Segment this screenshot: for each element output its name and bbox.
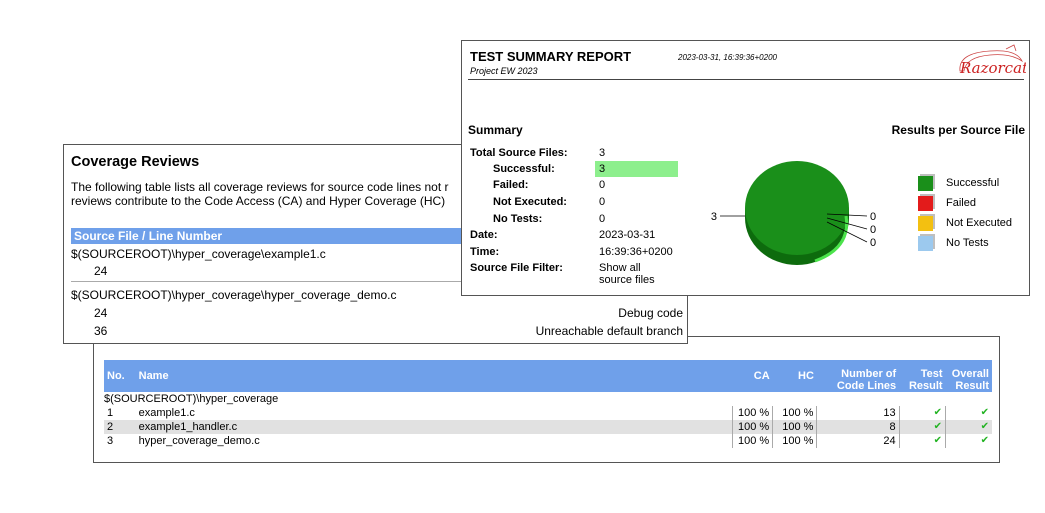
row-lines: 24 — [816, 434, 900, 448]
row-overall-check-icon: ✔ — [980, 435, 989, 446]
report-timestamp: 2023-03-31, 16:39:36+0200 — [678, 53, 777, 62]
legend-swatch-not-executed — [918, 216, 933, 231]
filter-value: Show all source files — [599, 262, 655, 286]
row-name: hyper_coverage_demo.c — [138, 435, 260, 447]
coverage-line-entry[interactable]: 36 Unreachable default branch — [94, 324, 683, 338]
not-executed-label: Not Executed: — [493, 196, 567, 208]
table-row[interactable]: 2 example1_handler.c 100 % 100 % 8 ✔ ✔ — [104, 420, 992, 434]
razorcat-logo: Razorcat — [959, 44, 1026, 77]
successful-highlight — [595, 161, 678, 177]
row-overall-check-icon: ✔ — [980, 407, 989, 418]
col-lines-header-1: Number of — [841, 368, 897, 380]
col-overall-header-1: Overall — [951, 368, 989, 380]
header-rule — [468, 79, 1024, 80]
date-label: Date: — [470, 229, 498, 241]
results-pie-chart: 3 000 — [711, 161, 876, 265]
col-no-header: No. — [104, 360, 136, 392]
row-test-check-icon: ✔ — [898, 420, 947, 434]
row-test-check-icon: ✔ — [898, 406, 947, 420]
legend-label-no-tests: No Tests — [946, 237, 989, 249]
failed-label: Failed: — [493, 179, 529, 191]
test-summary-panel: TEST SUMMARY REPORT 2023-03-31, 16:39:36… — [461, 40, 1030, 296]
table-row[interactable]: 1 example1.c 100 % 100 % 13 ✔ ✔ — [104, 406, 992, 420]
legend-swatch-no-tests — [918, 236, 933, 251]
legend-swatch-failed — [918, 196, 933, 211]
row-no: 3 — [107, 435, 114, 447]
row-lines: 13 — [816, 406, 900, 420]
no-tests-value: 0 — [599, 213, 606, 225]
row-name: example1.c — [138, 407, 195, 419]
row-name: example1_handler.c — [135, 420, 733, 434]
value-label-successful: 3 — [711, 211, 717, 223]
row-hc: 100 % — [772, 420, 818, 434]
file-results-table: No. Name CA HC Number of Code Lines Test R… — [104, 360, 992, 448]
coverage-line-entry[interactable]: 24 Debug code — [94, 306, 683, 320]
value-label-no-tests: 0 — [870, 237, 876, 249]
date-value: 2023-03-31 — [599, 229, 656, 241]
time-label: Time: — [470, 246, 500, 258]
coverage-reviews-title: Coverage Reviews — [71, 154, 200, 170]
results-heading: Results per Source File — [891, 123, 1025, 137]
successful-value: 3 — [599, 163, 606, 175]
legend-label-failed: Failed — [946, 197, 976, 209]
row-no: 2 — [104, 420, 136, 434]
filter-label: Source File Filter: — [470, 262, 563, 274]
row-lines: 8 — [816, 420, 900, 434]
value-label-failed: 0 — [870, 211, 876, 223]
logo-text: Razorcat — [959, 59, 1026, 77]
no-tests-label: No Tests: — [493, 213, 543, 225]
legend-label-successful: Successful — [946, 177, 1000, 189]
coverage-file-path[interactable]: $(SOURCEROOT)\hyper_coverage\hyper_cover… — [71, 288, 396, 302]
failed-value: 0 — [599, 179, 606, 191]
col-test-header: Test Result — [899, 360, 946, 392]
row-test-check-icon: ✔ — [898, 434, 947, 448]
col-test-header-2: Result — [908, 380, 943, 392]
summary-heading: Summary — [468, 123, 523, 137]
report-title: TEST SUMMARY REPORT — [470, 49, 632, 64]
col-lines-header: Number of Code Lines — [816, 360, 900, 392]
file-results-panel: No. Name CA HC Number of Code Lines Test R… — [93, 336, 1000, 463]
review-reason: Debug code — [618, 306, 683, 320]
row-overall-check-icon: ✔ — [945, 420, 992, 434]
pie-slice-successful — [745, 161, 849, 255]
col-hc-header: HC — [772, 360, 817, 392]
row-ca: 100 % — [731, 406, 774, 420]
legend-swatch-successful — [918, 176, 933, 191]
total-files-value: 3 — [599, 147, 606, 159]
filter-value-line-2: source files — [599, 274, 655, 286]
col-test-header-1: Test — [920, 368, 943, 380]
value-label-not-executed: 0 — [870, 224, 876, 236]
row-hc: 100 % — [772, 406, 818, 420]
col-name-header: Name — [135, 360, 733, 392]
not-executed-value: 0 — [599, 196, 606, 208]
successful-label: Successful: — [493, 163, 555, 175]
group-path: $(SOURCEROOT)\hyper_coverage — [104, 393, 279, 405]
col-overall-header: Overall Result — [945, 360, 992, 392]
total-files-label: Total Source Files: — [470, 147, 568, 159]
table-row[interactable]: 3 hyper_coverage_demo.c 100 % 100 % 24 ✔… — [104, 434, 992, 448]
report-project: Project EW 2023 — [470, 66, 538, 76]
coverage-file-path[interactable]: $(SOURCEROOT)\hyper_coverage\example1.c — [71, 247, 326, 261]
col-lines-header-2: Code Lines — [836, 380, 897, 392]
line-number: 24 — [94, 264, 108, 278]
row-ca: 100 % — [731, 420, 774, 434]
time-value: 16:39:36+0200 — [599, 246, 673, 258]
filter-value-line-1: Show all — [599, 262, 641, 274]
review-reason: Unreachable default branch — [535, 324, 683, 338]
line-number: 24 — [94, 306, 108, 320]
line-number: 36 — [94, 324, 108, 338]
legend-label-not-executed: Not Executed — [946, 217, 1013, 229]
table-header-row: No. Name CA HC Number of Code Lines Test R… — [104, 360, 992, 392]
col-ca-header: CA — [732, 360, 773, 392]
group-row: $(SOURCEROOT)\hyper_coverage — [104, 392, 992, 406]
col-overall-header-2: Result — [955, 380, 989, 392]
row-no: 1 — [107, 407, 114, 419]
row-hc: 100 % — [772, 434, 818, 448]
row-ca: 100 % — [731, 434, 774, 448]
